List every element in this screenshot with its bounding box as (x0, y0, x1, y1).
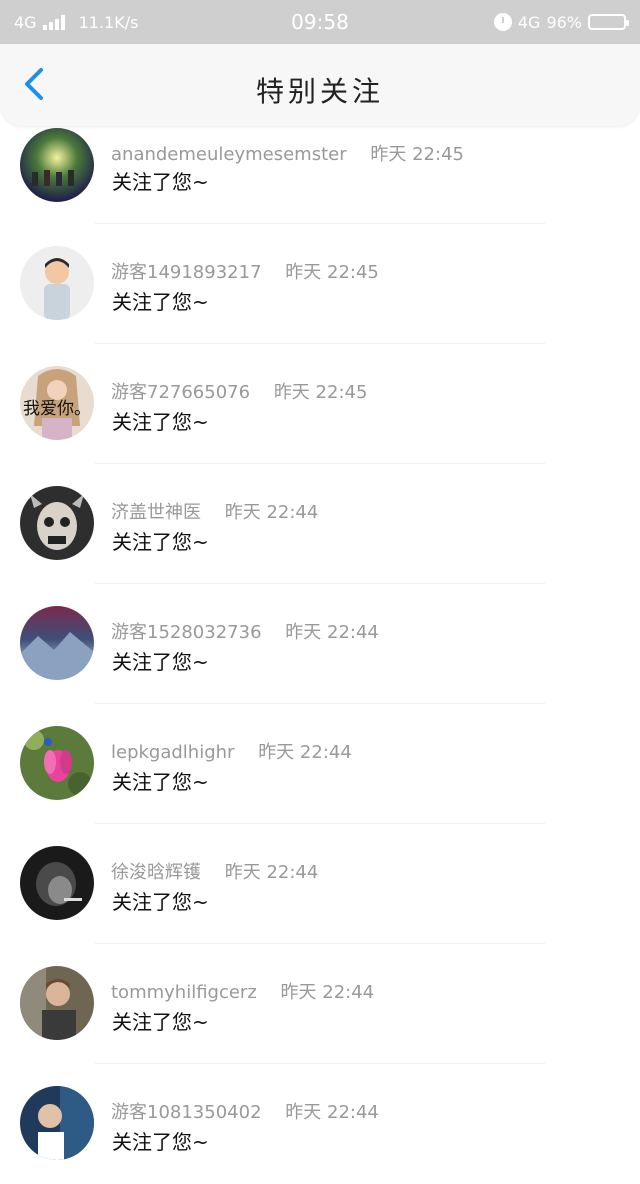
avatar-image (20, 846, 94, 920)
message: 关注了您~ (112, 290, 209, 314)
status-right: 4G 96% (406, 12, 629, 32)
avatar[interactable] (20, 846, 94, 920)
avatar-image (20, 246, 94, 320)
list-item[interactable]: 济盖世神医 昨天 22:44 关注了您~ (0, 464, 640, 584)
avatar[interactable] (20, 606, 94, 680)
avatar-image (20, 128, 94, 202)
header: 特别关注 (0, 44, 640, 126)
avatar[interactable] (20, 246, 94, 320)
list-item[interactable]: lepkgadlhighr 昨天 22:44 关注了您~ (0, 704, 640, 824)
list-item[interactable]: 游客1081350402 昨天 22:44 关注了您~ (0, 1064, 640, 1184)
message: 关注了您~ (112, 410, 209, 434)
avatar[interactable] (20, 1086, 94, 1160)
meta: 游客1491893217 昨天 22:45 (111, 258, 379, 284)
user-name[interactable]: 游客1491893217 (111, 262, 262, 283)
meta: 济盖世神医 昨天 22:44 (111, 498, 318, 524)
signal-icon (42, 14, 65, 30)
timestamp: 昨天 22:44 (258, 742, 352, 763)
avatar[interactable] (20, 486, 94, 560)
meta: 徐浚晗辉镬 昨天 22:44 (111, 858, 318, 884)
battery-icon (588, 14, 629, 30)
timestamp: 昨天 22:45 (285, 262, 379, 283)
timestamp: 昨天 22:45 (370, 144, 464, 165)
meta: tommyhilfigcerz 昨天 22:44 (111, 978, 374, 1004)
network-speed: 11.1K/s (78, 12, 139, 32)
user-name[interactable]: 济盖世神医 (111, 502, 201, 523)
message: 关注了您~ (112, 530, 209, 554)
avatar-image (20, 966, 94, 1040)
meta: 游客1528032736 昨天 22:44 (111, 618, 379, 644)
user-name[interactable]: lepkgadlhighr (111, 742, 234, 763)
user-name[interactable]: 游客1081350402 (111, 1102, 262, 1123)
user-name[interactable]: 游客1528032736 (111, 622, 262, 643)
timestamp: 昨天 22:45 (273, 382, 368, 403)
list-item[interactable]: 游客1528032736 昨天 22:44 关注了您~ (0, 584, 640, 704)
avatar-image (20, 726, 94, 800)
message: 关注了您~ (112, 1130, 209, 1154)
network-type-left: 4G (14, 12, 37, 32)
avatar[interactable] (20, 966, 94, 1040)
avatar-image (20, 486, 94, 560)
list-item[interactable]: 游客1491893217 昨天 22:45 关注了您~ (0, 224, 640, 344)
user-name[interactable]: tommyhilfigcerz (111, 982, 257, 1003)
message: 关注了您~ (112, 890, 209, 914)
page-title: 特别关注 (255, 75, 384, 108)
list-item[interactable]: 我爱你。 游客727665076 昨天 22:45 关注了您~ (0, 344, 640, 464)
user-name[interactable]: 徐浚晗辉镬 (111, 862, 201, 883)
status-bar: 4G 11.1K/s 09:58 4G 96% (0, 0, 640, 44)
clock: 09:58 (291, 10, 349, 34)
avatar[interactable] (20, 726, 94, 800)
message: 关注了您~ (112, 770, 209, 794)
alarm-icon (493, 13, 512, 31)
timestamp: 昨天 22:44 (285, 622, 379, 643)
user-name[interactable]: anandemeuleymesemster (111, 144, 347, 165)
message: 关注了您~ (112, 170, 209, 194)
status-left: 4G 11.1K/s (14, 13, 234, 32)
avatar-image (20, 606, 94, 680)
list-item[interactable]: 徐浚晗辉镬 昨天 22:44 关注了您~ (0, 824, 640, 944)
meta: 游客727665076 昨天 22:45 (111, 378, 367, 404)
network-type-right: 4G (517, 12, 541, 32)
message: 关注了您~ (112, 650, 209, 674)
timestamp: 昨天 22:44 (285, 1102, 379, 1123)
follow-list: anandemeuleymesemster 昨天 22:45 关注了您~ 游客1… (0, 126, 640, 1184)
user-name[interactable]: 游客727665076 (111, 382, 250, 403)
avatar[interactable] (20, 128, 94, 202)
list-item[interactable]: tommyhilfigcerz 昨天 22:44 关注了您~ (0, 944, 640, 1064)
avatar-overlay-text: 我爱你。 (23, 399, 91, 419)
meta: anandemeuleymesemster 昨天 22:45 (111, 140, 464, 166)
meta: 游客1081350402 昨天 22:44 (111, 1098, 379, 1124)
timestamp: 昨天 22:44 (224, 502, 319, 523)
list-item[interactable]: anandemeuleymesemster 昨天 22:45 关注了您~ (0, 126, 640, 224)
timestamp: 昨天 22:44 (224, 862, 319, 883)
timestamp: 昨天 22:44 (280, 982, 375, 1003)
avatar[interactable]: 我爱你。 (20, 366, 94, 440)
meta: lepkgadlhighr 昨天 22:44 (111, 738, 352, 764)
avatar-image (20, 1086, 94, 1160)
battery-percent: 96% (546, 12, 582, 32)
message: 关注了您~ (112, 1010, 209, 1034)
